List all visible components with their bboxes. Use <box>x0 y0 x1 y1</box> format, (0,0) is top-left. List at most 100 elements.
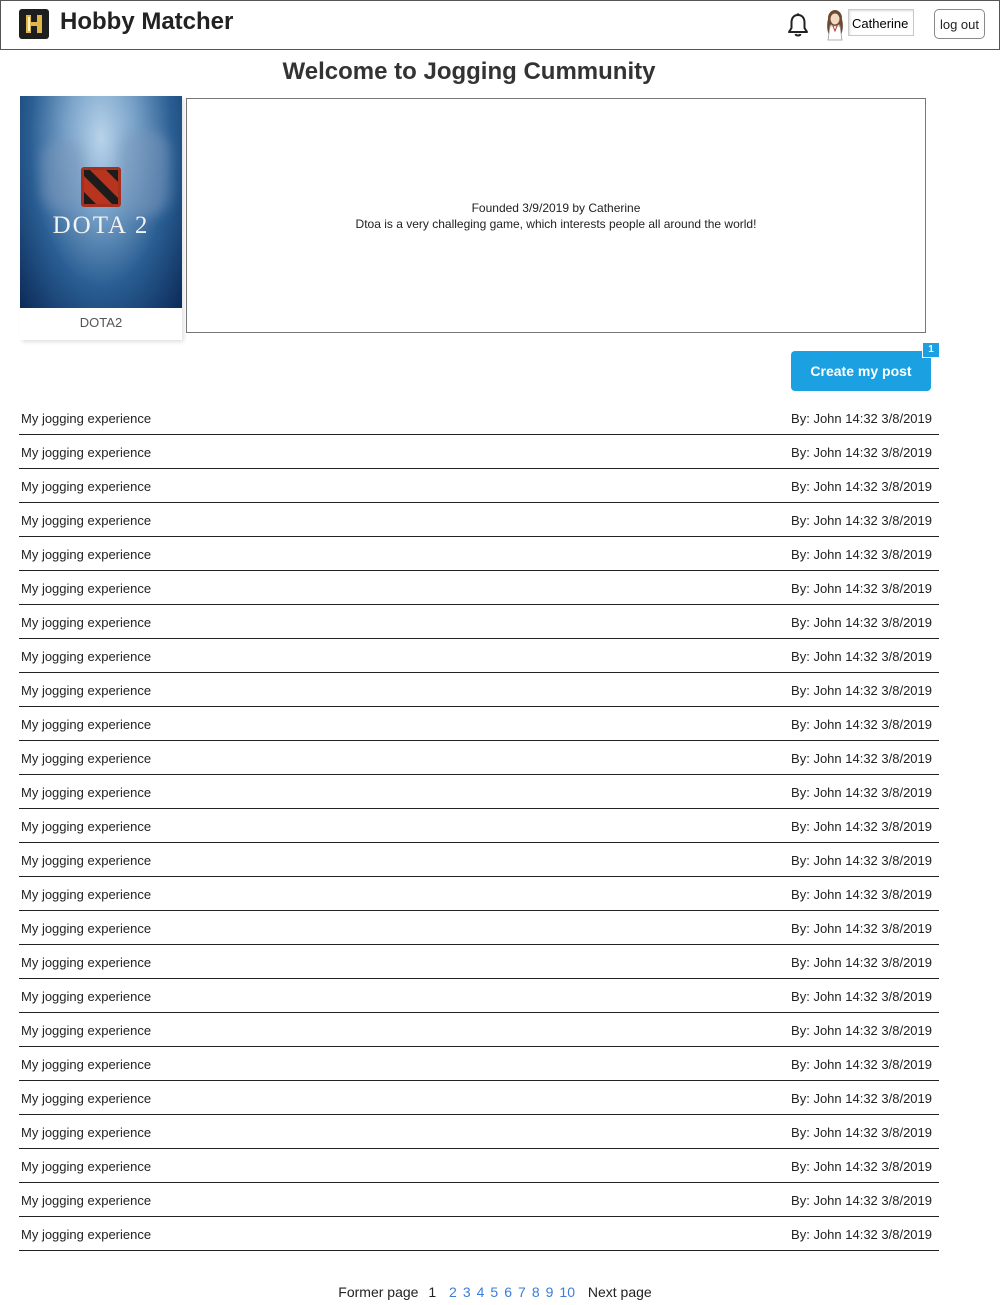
post-title[interactable]: My jogging experience <box>21 989 151 1004</box>
post-meta: By: John 14:32 3/8/2019 <box>791 1159 932 1174</box>
post-title[interactable]: My jogging experience <box>21 411 151 426</box>
post-meta: By: John 14:32 3/8/2019 <box>791 955 932 970</box>
page-link[interactable]: 5 <box>490 1284 498 1300</box>
post-row[interactable]: My jogging experience By: John 14:32 3/8/… <box>19 1081 939 1115</box>
post-meta: By: John 14:32 3/8/2019 <box>791 547 932 562</box>
notification-badge: 1 <box>922 342 940 358</box>
post-title[interactable]: My jogging experience <box>21 1023 151 1038</box>
bell-icon[interactable] <box>786 12 810 38</box>
post-meta: By: John 14:32 3/8/2019 <box>791 717 932 732</box>
post-row[interactable]: My jogging experience By: John 14:32 3/8/… <box>19 605 939 639</box>
post-meta: By: John 14:32 3/8/2019 <box>791 1023 932 1038</box>
dota-logo-icon <box>81 167 121 207</box>
page-link[interactable]: 8 <box>532 1284 540 1300</box>
post-title[interactable]: My jogging experience <box>21 887 151 902</box>
post-meta: By: John 14:32 3/8/2019 <box>791 649 932 664</box>
post-meta: By: John 14:32 3/8/2019 <box>791 751 932 766</box>
post-row[interactable]: My jogging experience By: John 14:32 3/8/… <box>19 741 939 775</box>
post-title[interactable]: My jogging experience <box>21 921 151 936</box>
community-cover-image: DOTA 2 <box>20 96 182 308</box>
post-row[interactable]: My jogging experience By: John 14:32 3/8/… <box>19 537 939 571</box>
post-meta: By: John 14:32 3/8/2019 <box>791 513 932 528</box>
page-link[interactable]: 3 <box>463 1284 471 1300</box>
top-header: Hobby Matcher Catherine log out <box>0 0 1000 50</box>
post-row[interactable]: My jogging experience By: John 14:32 3/8/… <box>19 1047 939 1081</box>
post-title[interactable]: My jogging experience <box>21 513 151 528</box>
post-title[interactable]: My jogging experience <box>21 819 151 834</box>
post-title[interactable]: My jogging experience <box>21 1193 151 1208</box>
post-title[interactable]: My jogging experience <box>21 751 151 766</box>
post-row[interactable]: My jogging experience By: John 14:32 3/8/… <box>19 571 939 605</box>
post-title[interactable]: My jogging experience <box>21 785 151 800</box>
post-title[interactable]: My jogging experience <box>21 1125 151 1140</box>
post-row[interactable]: My jogging experience By: John 14:32 3/8/… <box>19 979 939 1013</box>
hobby-matcher-logo-icon[interactable] <box>19 9 49 39</box>
description-text: Dtoa is a very challeging game, which in… <box>355 216 757 231</box>
post-row[interactable]: My jogging experience By: John 14:32 3/8/… <box>19 639 939 673</box>
community-card-label: DOTA2 <box>79 315 123 330</box>
community-description: Founded 3/9/2019 by Catherine Dtoa is a … <box>186 98 926 333</box>
post-row[interactable]: My jogging experience By: John 14:32 3/8/… <box>19 809 939 843</box>
post-title[interactable]: My jogging experience <box>21 1057 151 1072</box>
username-field[interactable]: Catherine <box>848 9 914 36</box>
post-row[interactable]: My jogging experience By: John 14:32 3/8/… <box>19 877 939 911</box>
post-row[interactable]: My jogging experience By: John 14:32 3/8/… <box>19 401 939 435</box>
post-row[interactable]: My jogging experience By: John 14:32 3/8/… <box>19 1115 939 1149</box>
create-post-button[interactable]: Create my post <box>791 351 931 391</box>
post-title[interactable]: My jogging experience <box>21 649 151 664</box>
post-row[interactable]: My jogging experience By: John 14:32 3/8/… <box>19 435 939 469</box>
post-title[interactable]: My jogging experience <box>21 615 151 630</box>
post-meta: By: John 14:32 3/8/2019 <box>791 1091 932 1106</box>
post-meta: By: John 14:32 3/8/2019 <box>791 989 932 1004</box>
post-row[interactable]: My jogging experience By: John 14:32 3/8/… <box>19 1013 939 1047</box>
founded-text: Founded 3/9/2019 by Catherine <box>471 200 641 215</box>
post-title[interactable]: My jogging experience <box>21 1159 151 1174</box>
post-title[interactable]: My jogging experience <box>21 445 151 460</box>
post-meta: By: John 14:32 3/8/2019 <box>791 581 932 596</box>
page-link[interactable]: 9 <box>546 1284 554 1300</box>
post-title[interactable]: My jogging experience <box>21 581 151 596</box>
page-link[interactable]: 4 <box>477 1284 485 1300</box>
post-row[interactable]: My jogging experience By: John 14:32 3/8/… <box>19 843 939 877</box>
page-title: Welcome to Jogging Cummunity <box>282 58 656 85</box>
post-title[interactable]: My jogging experience <box>21 853 151 868</box>
post-meta: By: John 14:32 3/8/2019 <box>791 445 932 460</box>
community-card[interactable]: DOTA 2 DOTA2 <box>20 96 182 340</box>
post-title[interactable]: My jogging experience <box>21 479 151 494</box>
page-link[interactable]: 6 <box>504 1284 512 1300</box>
app-title: Hobby Matcher <box>60 8 234 35</box>
post-row[interactable]: My jogging experience By: John 14:32 3/8/… <box>19 1217 939 1251</box>
page-link[interactable]: 10 <box>559 1284 575 1300</box>
post-meta: By: John 14:32 3/8/2019 <box>791 853 932 868</box>
logout-button[interactable]: log out <box>934 9 985 39</box>
post-title[interactable]: My jogging experience <box>21 547 151 562</box>
post-meta: By: John 14:32 3/8/2019 <box>791 1057 932 1072</box>
post-row[interactable]: My jogging experience By: John 14:32 3/8/… <box>19 673 939 707</box>
page-link[interactable]: 7 <box>518 1284 526 1300</box>
post-title[interactable]: My jogging experience <box>21 955 151 970</box>
user-avatar[interactable] <box>823 9 847 41</box>
post-row[interactable]: My jogging experience By: John 14:32 3/8/… <box>19 707 939 741</box>
post-title[interactable]: My jogging experience <box>21 1091 151 1106</box>
pagination: Former page 1 2 3 4 5 6 7 8 9 10 Next page <box>0 1284 990 1300</box>
post-row[interactable]: My jogging experience By: John 14:32 3/8/… <box>19 1183 939 1217</box>
post-title[interactable]: My jogging experience <box>21 717 151 732</box>
post-title[interactable]: My jogging experience <box>21 1227 151 1242</box>
post-row[interactable]: My jogging experience By: John 14:32 3/8/… <box>19 503 939 537</box>
post-title[interactable]: My jogging experience <box>21 683 151 698</box>
post-meta: By: John 14:32 3/8/2019 <box>791 615 932 630</box>
post-meta: By: John 14:32 3/8/2019 <box>791 1193 932 1208</box>
post-row[interactable]: My jogging experience By: John 14:32 3/8/… <box>19 1149 939 1183</box>
former-page-link[interactable]: Former page <box>338 1284 418 1300</box>
post-row[interactable]: My jogging experience By: John 14:32 3/8/… <box>19 911 939 945</box>
post-row[interactable]: My jogging experience By: John 14:32 3/8/… <box>19 945 939 979</box>
post-meta: By: John 14:32 3/8/2019 <box>791 683 932 698</box>
post-row[interactable]: My jogging experience By: John 14:32 3/8/… <box>19 469 939 503</box>
post-meta: By: John 14:32 3/8/2019 <box>791 479 932 494</box>
post-row[interactable]: My jogging experience By: John 14:32 3/8/… <box>19 775 939 809</box>
page-link[interactable]: 2 <box>449 1284 457 1300</box>
next-page-link[interactable]: Next page <box>588 1284 652 1300</box>
post-meta: By: John 14:32 3/8/2019 <box>791 887 932 902</box>
post-meta: By: John 14:32 3/8/2019 <box>791 819 932 834</box>
current-page: 1 <box>428 1284 437 1300</box>
